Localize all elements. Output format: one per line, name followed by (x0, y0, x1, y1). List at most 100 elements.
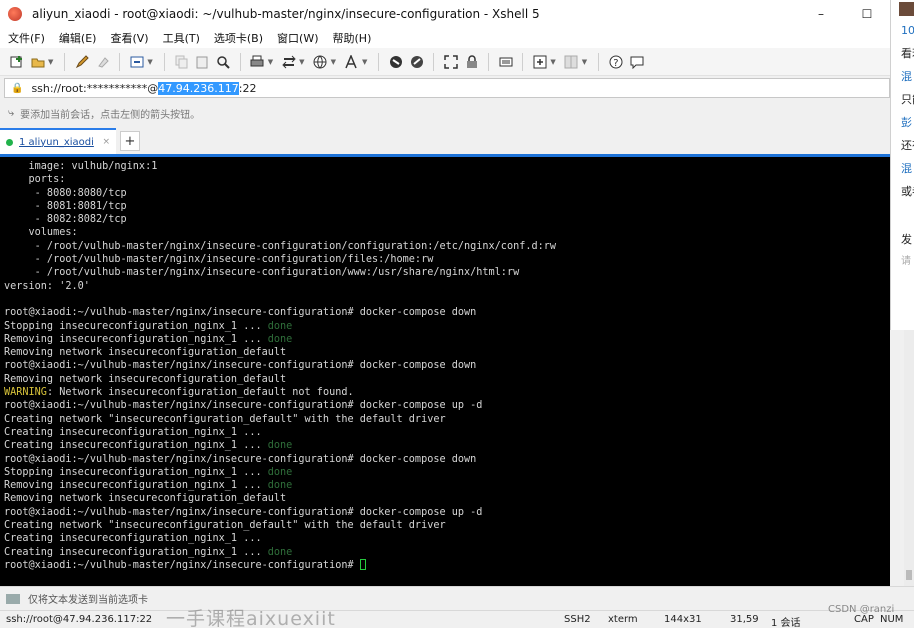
terminal-text: : Network insecureconfiguration_default … (46, 387, 354, 399)
terminal-text: Removing network insecureconfiguration_d… (4, 493, 287, 505)
status-terminal-size: 144x31 (664, 614, 702, 625)
print-dropdown-icon[interactable]: ▼ (268, 58, 273, 66)
menu-window[interactable]: 窗口(W) (277, 30, 318, 46)
scrollbar-thumb[interactable] (906, 570, 912, 580)
fullscreen-icon[interactable] (443, 54, 458, 69)
menu-help[interactable]: 帮助(H) (333, 30, 372, 46)
terminal-line: - /root/vulhub-master/nginx/insecure-con… (4, 240, 886, 253)
terminal-line: root@xiaodi:~/vulhub-master/nginx/insecu… (4, 558, 886, 572)
warning-label: WARNING (4, 387, 47, 399)
compose-icon[interactable] (6, 593, 20, 604)
terminal-text: - /root/vulhub-master/nginx/insecure-con… (4, 267, 520, 279)
pen-icon[interactable] (74, 54, 89, 69)
copy-icon[interactable] (174, 54, 189, 69)
toolbar-separator (598, 52, 600, 71)
open-icon[interactable] (30, 54, 45, 69)
menu-view[interactable]: 查看(V) (110, 30, 148, 46)
terminal-line: - 8081:8081/tcp (4, 200, 886, 213)
done-status: done (267, 333, 293, 345)
side-text: 彭 (901, 116, 912, 129)
help-icon[interactable]: ? (608, 54, 623, 69)
add-dropdown-icon[interactable]: ▼ (550, 58, 555, 66)
terminal-text: - /root/vulhub-master/nginx/insecure-con… (4, 240, 557, 252)
terminal-view[interactable]: image: vulhub/nginx:1 ports: - 8080:8080… (0, 154, 890, 586)
side-text: 请 (901, 256, 911, 267)
status-num: NUM (880, 614, 904, 625)
terminal-line: - /root/vulhub-master/nginx/insecure-con… (4, 253, 886, 266)
terminal-line: - 8082:8082/tcp (4, 213, 886, 226)
terminal-line: Creating insecureconfiguration_nginx_1 .… (4, 546, 886, 559)
terminal-line: ports: (4, 173, 886, 186)
keyboard-icon[interactable] (498, 54, 513, 69)
address-port: :22 (238, 81, 257, 95)
paste-icon[interactable] (195, 54, 210, 69)
side-text: 10 (901, 24, 914, 37)
terminal-line: Stopping insecureconfiguration_nginx_1 .… (4, 466, 886, 479)
menu-file[interactable]: 文件(F) (8, 30, 45, 46)
hint-text: 要添加当前会话，点击左侧的箭头按钮。 (20, 109, 201, 121)
connected-status-icon (6, 138, 13, 146)
scrollbar[interactable] (904, 330, 914, 586)
status-session: ssh://root@47.94.236.117:22 (6, 614, 153, 625)
menu-tabs[interactable]: 选项卡(B) (214, 30, 263, 46)
maximize-button[interactable]: ☐ (844, 0, 890, 28)
done-status: done (267, 440, 293, 452)
print-icon[interactable] (250, 54, 265, 69)
menu-edit[interactable]: 编辑(E) (59, 30, 97, 46)
terminal-line: Removing insecureconfiguration_nginx_1 .… (4, 479, 886, 492)
side-text: 发 (901, 233, 912, 246)
side-text: 看若 (901, 47, 914, 60)
tab-label: 1 aliyun_xiaodi (19, 136, 94, 148)
chat-icon[interactable] (629, 54, 644, 69)
terminal-line: Creating insecureconfiguration_nginx_1 .… (4, 532, 886, 545)
open-dropdown-icon[interactable]: ▼ (48, 58, 53, 66)
tab-aliyun-xiaodi[interactable]: 1 aliyun_xiaodi × (0, 128, 116, 154)
terminal-line: root@xiaodi:~/vulhub-master/nginx/insecu… (4, 306, 886, 319)
find-icon[interactable] (216, 54, 231, 69)
address-prefix: ssh://root:***********@ (31, 81, 159, 95)
minimize-button[interactable]: – (798, 0, 844, 28)
eraser-icon[interactable] (95, 54, 110, 69)
menu-tools[interactable]: 工具(T) (163, 30, 200, 46)
layout-dropdown-icon[interactable]: ▼ (582, 58, 587, 66)
compose-bar[interactable]: 仅将文本发送到当前选项卡 (0, 586, 914, 610)
terminal-text: image: vulhub/nginx:1 (4, 161, 158, 172)
lock-icon[interactable] (464, 54, 479, 69)
toolbar: ▼ ▼ ▼ ▼ ▼ ▼ ▼ ▼ ? (0, 48, 890, 76)
watermark: 一手课程aixuexiit (166, 608, 336, 628)
terminal-text: Creating network "insecureconfiguration_… (4, 520, 446, 532)
new-tab-button[interactable]: + (120, 131, 140, 151)
xftp-dropdown-icon[interactable]: ▼ (299, 58, 304, 66)
avatar[interactable] (899, 2, 914, 16)
terminal-text: - 8081:8081/tcp (4, 200, 127, 212)
new-session-icon[interactable] (9, 54, 24, 69)
tab-bar: 1 aliyun_xiaodi × + (0, 128, 890, 154)
terminal-text: Removing insecureconfiguration_nginx_1 .… (4, 480, 268, 492)
xshell-logo-icon[interactable] (388, 54, 403, 69)
terminal-line: Removing network insecureconfiguration_d… (4, 492, 886, 505)
globe-icon[interactable] (313, 54, 328, 69)
address-bar[interactable]: 🔒 ssh://root:***********@ 47.94.236.117:2… (4, 78, 890, 98)
arrow-icon[interactable]: ⤷ (8, 106, 14, 120)
transfer-dropdown-icon[interactable]: ▼ (147, 58, 152, 66)
xftp-logo-icon[interactable] (409, 54, 424, 69)
side-chat-panel: 10 看若 混 只能 彭 还有 混 或者 发 请 (890, 0, 914, 330)
toolbar-separator (64, 52, 66, 71)
terminal-text: Stopping insecureconfiguration_nginx_1 .… (4, 466, 268, 478)
add-icon[interactable] (532, 54, 547, 69)
layout-icon[interactable] (564, 54, 579, 69)
status-protocol: SSH2 (564, 614, 591, 625)
globe-dropdown-icon[interactable]: ▼ (331, 58, 336, 66)
xshell-app-icon[interactable] (8, 7, 22, 21)
transfer-icon[interactable] (129, 54, 144, 69)
font-icon[interactable] (344, 54, 359, 69)
close-icon[interactable]: × (102, 137, 110, 147)
xftp-icon[interactable] (281, 54, 296, 69)
title-bar: aliyun_xiaodi - root@xiaodi: ~/vulhub-ma… (0, 0, 890, 28)
terminal-line: - /root/vulhub-master/nginx/insecure-con… (4, 266, 886, 279)
address-host-selected[interactable]: 47.94.236.117 (158, 81, 239, 95)
terminal-text: Creating insecureconfiguration_nginx_1 .… (4, 440, 268, 452)
terminal-line: Removing network insecureconfiguration_d… (4, 346, 886, 359)
font-dropdown-icon[interactable]: ▼ (362, 58, 367, 66)
